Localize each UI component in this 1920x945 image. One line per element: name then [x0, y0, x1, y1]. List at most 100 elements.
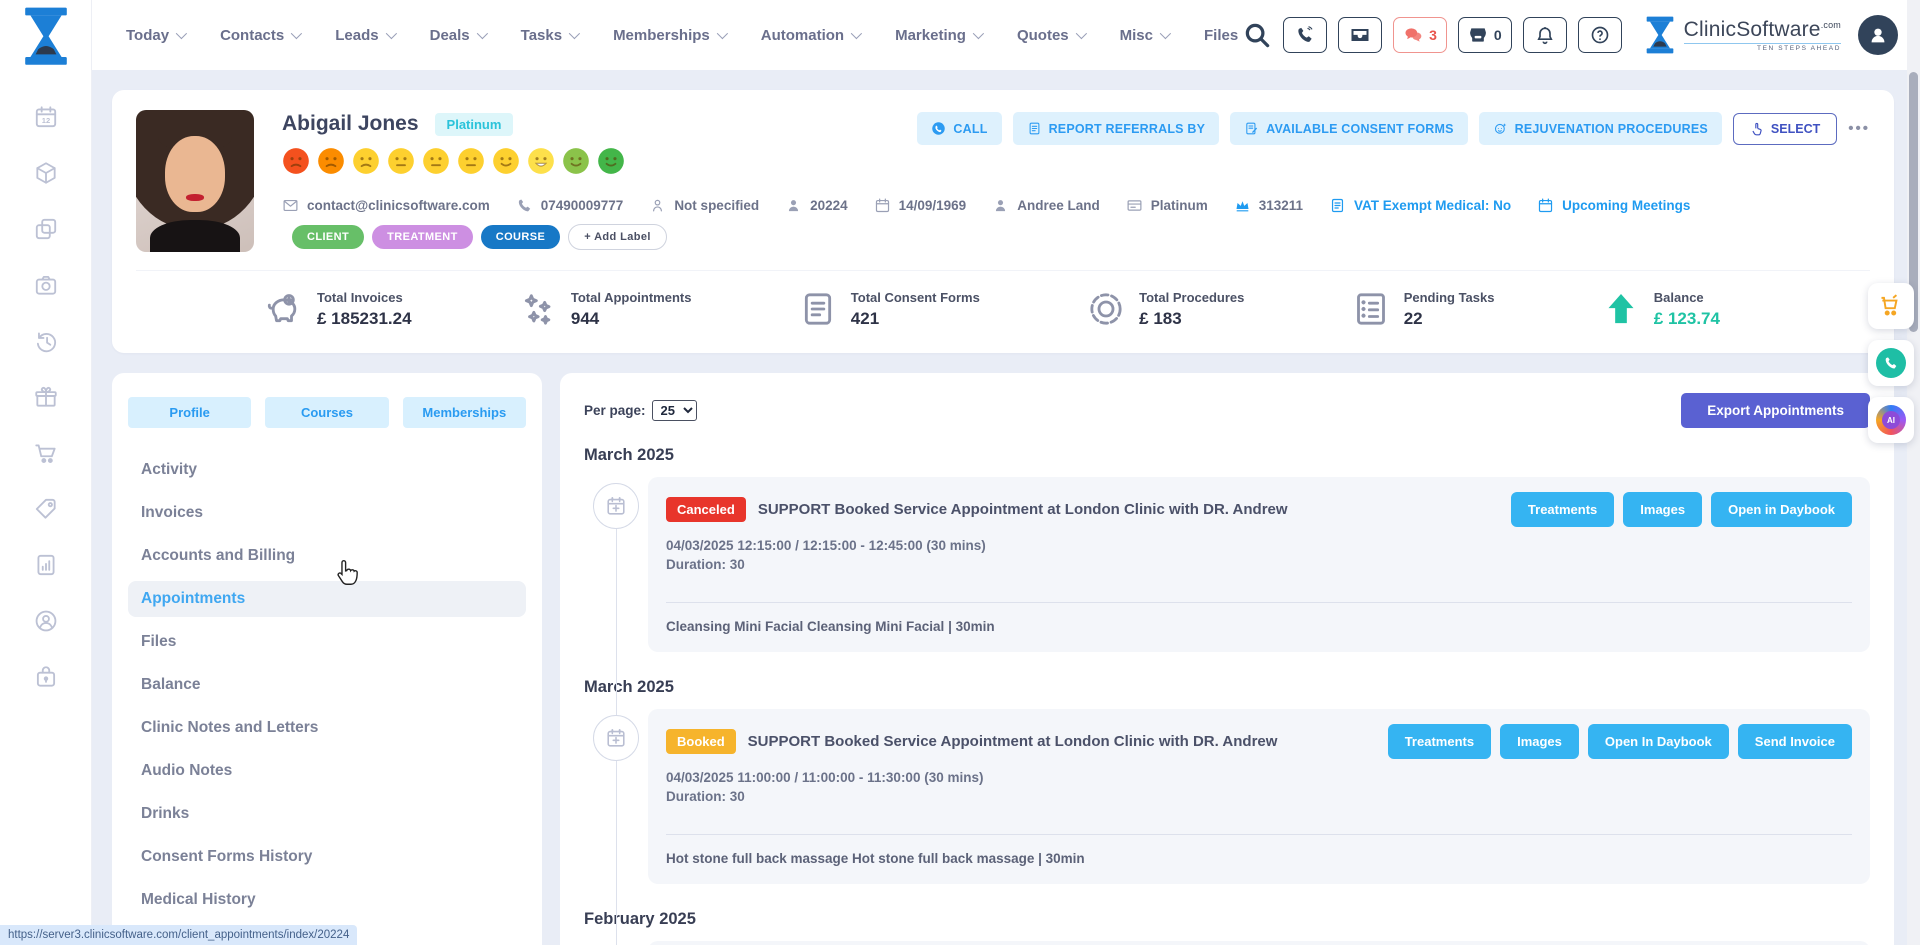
appointment-card: Booked SUPPORT Booked Service Appointmen… [648, 941, 1870, 945]
support-agent-icon[interactable] [33, 608, 59, 634]
nav-item-tasks[interactable]: Tasks [521, 27, 577, 44]
contact-upcoming-meetings[interactable]: Upcoming Meetings [1537, 197, 1690, 214]
briefcase-lock-icon[interactable] [33, 664, 59, 690]
nav-label: Tasks [521, 27, 562, 44]
nav-item-today[interactable]: Today [126, 27, 184, 44]
sidebar-item-clinic-notes-and-letters[interactable]: Clinic Notes and Letters [128, 710, 526, 746]
more-actions-button[interactable]: ••• [1848, 120, 1870, 137]
images-button[interactable]: Images [1500, 724, 1579, 759]
nav-item-deals[interactable]: Deals [430, 27, 485, 44]
sidebar-item-consent-forms-history[interactable]: Consent Forms History [128, 839, 526, 875]
open-in-daybook-button[interactable]: Open in Daybook [1711, 492, 1852, 527]
ai-float-button[interactable]: AI [1868, 397, 1914, 443]
stat-value: 944 [571, 309, 692, 329]
images-button[interactable]: Images [1623, 492, 1702, 527]
satisfaction-face-5-icon[interactable] [422, 147, 450, 175]
stat-value: 421 [851, 309, 980, 329]
appointment-groups: March 2025 Canceled SUPPORT Booked Servi… [584, 446, 1870, 945]
nav-item-memberships[interactable]: Memberships [613, 27, 725, 44]
label-pill-client[interactable]: CLIENT [292, 225, 364, 249]
scrollbar[interactable] [1907, 0, 1920, 945]
whatsapp-float-button[interactable] [1868, 340, 1914, 386]
calendar-date-icon[interactable]: 12 [33, 104, 59, 130]
user-avatar[interactable] [1858, 15, 1898, 55]
export-appointments-button[interactable]: Export Appointments [1681, 393, 1870, 428]
send-invoice-button[interactable]: Send Invoice [1738, 724, 1852, 759]
tab-profile[interactable]: Profile [128, 397, 251, 428]
stat-label: Pending Tasks [1404, 290, 1495, 305]
satisfaction-face-4-icon[interactable] [387, 147, 415, 175]
satisfaction-face-10-icon[interactable] [597, 147, 625, 175]
nav-item-quotes[interactable]: Quotes [1017, 27, 1084, 44]
sidebar-item-medical-history[interactable]: Medical History [128, 882, 526, 918]
nav-item-leads[interactable]: Leads [335, 27, 393, 44]
phone-icon [516, 197, 533, 214]
store-button[interactable]: 0 [1458, 17, 1512, 53]
help-button[interactable] [1578, 17, 1622, 53]
tab-memberships[interactable]: Memberships [403, 397, 526, 428]
satisfaction-face-7-icon[interactable] [492, 147, 520, 175]
sidebar-item-files[interactable]: Files [128, 624, 526, 660]
sidebar-item-activity[interactable]: Activity [128, 452, 526, 488]
sidebar-item-audio-notes[interactable]: Audio Notes [128, 753, 526, 789]
nav-item-contacts[interactable]: Contacts [220, 27, 299, 44]
sidebar-item-invoices[interactable]: Invoices [128, 495, 526, 531]
chat-button[interactable]: 3 [1393, 17, 1447, 53]
contact-07490009777[interactable]: 07490009777 [516, 197, 624, 214]
copies-icon[interactable] [33, 216, 59, 242]
tab-courses[interactable]: Courses [265, 397, 388, 428]
cart-icon[interactable] [33, 440, 59, 466]
report-referrals-by-button[interactable]: REPORT REFERRALS BY [1013, 112, 1220, 145]
cart-float-button[interactable] [1868, 283, 1914, 329]
satisfaction-face-9-icon[interactable] [562, 147, 590, 175]
history-icon[interactable] [33, 328, 59, 354]
ai-assistant-icon: AI [1876, 405, 1906, 435]
contact-vat-exempt-medical-no[interactable]: VAT Exempt Medical: No [1329, 197, 1511, 214]
satisfaction-face-3-icon[interactable] [352, 147, 380, 175]
satisfaction-face-2-icon[interactable] [317, 147, 345, 175]
sidebar-item-accounts-and-billing[interactable]: Accounts and Billing [128, 538, 526, 574]
nav-label: Marketing [895, 27, 966, 44]
nav-item-files[interactable]: Files [1204, 27, 1238, 44]
open-in-daybook-button[interactable]: Open In Daybook [1588, 724, 1729, 759]
add-label-button[interactable]: + Add Label [568, 224, 667, 250]
camera-icon[interactable] [33, 272, 59, 298]
nav-item-automation[interactable]: Automation [761, 27, 859, 44]
month-heading: February 2025 [584, 910, 1870, 929]
inbox-button[interactable] [1338, 17, 1382, 53]
phone-icon [1295, 25, 1315, 45]
sidebar-item-balance[interactable]: Balance [128, 667, 526, 703]
treatments-button[interactable]: Treatments [1388, 724, 1491, 759]
contact-row: contact@clinicsoftware.com07490009777Not… [282, 197, 1870, 254]
satisfaction-face-6-icon[interactable] [457, 147, 485, 175]
price-tag-icon[interactable] [33, 496, 59, 522]
client-actions: CALL REPORT REFERRALS BY AVAILABLE CONSENT… [917, 112, 1870, 145]
contact-text: Upcoming Meetings [1562, 198, 1690, 213]
inbox-icon [1350, 25, 1370, 45]
label-pill-treatment[interactable]: TREATMENT [372, 225, 473, 249]
nav-item-marketing[interactable]: Marketing [895, 27, 981, 44]
sidebar-item-drinks[interactable]: Drinks [128, 796, 526, 832]
satisfaction-face-8-icon[interactable] [527, 147, 555, 175]
contact-contact-clinicsoftware-com[interactable]: contact@clinicsoftware.com [282, 197, 490, 214]
search-icon[interactable] [1242, 20, 1272, 50]
nav-item-misc[interactable]: Misc [1120, 27, 1168, 44]
call-button[interactable]: CALL [917, 112, 1001, 145]
notifications-button[interactable] [1523, 17, 1567, 53]
satisfaction-face-1-icon[interactable] [282, 147, 310, 175]
button-label: REJUVENATION PROCEDURES [1515, 122, 1708, 136]
package-icon[interactable] [33, 160, 59, 186]
dialer-button[interactable] [1283, 17, 1327, 53]
gift-icon[interactable] [33, 384, 59, 410]
available-consent-forms-button[interactable]: AVAILABLE CONSENT FORMS [1230, 112, 1467, 145]
label-pill-course[interactable]: COURSE [481, 225, 560, 249]
report-icon[interactable] [33, 552, 59, 578]
select-button[interactable]: SELECT [1733, 113, 1837, 145]
treatments-button[interactable]: Treatments [1511, 492, 1614, 527]
clinicsoftware-logo[interactable]: ClinicSoftware.com TEN STEPS AHEAD [1643, 15, 1841, 55]
nav-label: Misc [1120, 27, 1153, 44]
per-page-select[interactable]: 25 [652, 400, 697, 421]
rejuvenation-procedures-button[interactable]: REJUVENATION PROCEDURES [1479, 112, 1722, 145]
clinicsoftware-logo-mark[interactable] [20, 10, 72, 62]
sidebar-item-appointments[interactable]: Appointments [128, 581, 526, 617]
